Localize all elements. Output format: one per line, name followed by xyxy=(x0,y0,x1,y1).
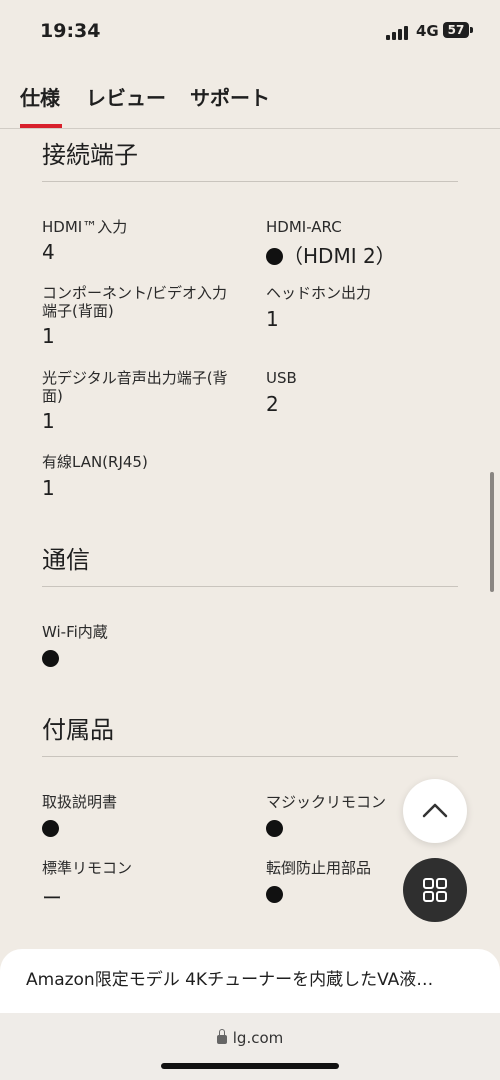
battery-icon: 57 xyxy=(443,22,469,38)
tab-spec[interactable]: 仕様 xyxy=(20,82,60,111)
section-title-accessories: 付属品 xyxy=(42,716,114,744)
spec-value-std-remote: ー xyxy=(42,886,62,910)
menu-button[interactable] xyxy=(403,858,467,922)
status-bar: 19:34 4G 57 xyxy=(0,0,500,64)
network-type: 4G xyxy=(416,22,439,40)
battery-tip xyxy=(470,27,473,33)
spec-label-usb: USB xyxy=(266,369,297,387)
signal-icon xyxy=(386,26,410,40)
section-divider xyxy=(42,181,458,182)
spec-value-component: 1 xyxy=(42,324,55,348)
section-title-comm: 通信 xyxy=(42,546,90,574)
url-text: lg.com xyxy=(232,1029,284,1047)
spec-value-headphone: 1 xyxy=(266,307,279,331)
spec-value-optical: 1 xyxy=(42,409,55,433)
spec-label-optical-line1: 光デジタル音声出力端子(背 xyxy=(42,369,228,387)
home-indicator[interactable] xyxy=(161,1063,339,1069)
status-time: 19:34 xyxy=(40,20,101,42)
spec-value-magic-remote xyxy=(266,820,283,837)
spec-value-manual xyxy=(42,820,59,837)
spec-value-lan: 1 xyxy=(42,476,55,500)
spec-label-magic-remote: マジックリモコン xyxy=(266,793,387,811)
spec-value-hdmi: 4 xyxy=(42,240,55,264)
spec-label-hdmi: HDMI™入力 xyxy=(42,218,128,236)
tab-bar: 仕様 レビュー サポート xyxy=(0,64,500,129)
spec-label-component-line2: 端子(背面) xyxy=(42,302,114,320)
spec-label-anti-tip: 転倒防止用部品 xyxy=(266,859,372,877)
spec-label-lan: 有線LAN(RJ45) xyxy=(42,453,148,471)
spec-value-hdmi-arc: （HDMI 2） xyxy=(266,240,396,269)
product-title: Amazon限定モデル 4Kチューナーを内蔵したVA液… xyxy=(26,970,434,990)
page-scrollbar[interactable] xyxy=(490,472,494,592)
spec-label-component: コンポーネント/ビデオ入力 端子(背面) xyxy=(42,284,227,320)
grid-icon xyxy=(423,878,447,902)
section-title-ports: 接続端子 xyxy=(42,141,138,169)
section-divider xyxy=(42,586,458,587)
lock-icon xyxy=(216,1029,227,1044)
spec-value-usb: 2 xyxy=(266,392,279,416)
spec-label-std-remote: 標準リモコン xyxy=(42,859,133,877)
scroll-to-top-button[interactable] xyxy=(403,779,467,843)
spec-label-component-line1: コンポーネント/ビデオ入力 xyxy=(42,284,228,302)
section-divider xyxy=(42,756,458,757)
spec-value-hdmi-arc-text: （HDMI 2） xyxy=(283,244,396,268)
spec-label-optical: 光デジタル音声出力端子(背 面) xyxy=(42,369,228,405)
url-display[interactable]: lg.com xyxy=(0,1029,500,1047)
spec-value-wifi xyxy=(42,650,59,667)
product-title-bar[interactable]: Amazon限定モデル 4Kチューナーを内蔵したVA液… xyxy=(0,949,500,1013)
tab-review[interactable]: レビュー xyxy=(86,82,166,111)
spec-value-anti-tip xyxy=(266,886,283,903)
spec-label-wifi: Wi-Fi内蔵 xyxy=(42,623,108,641)
spec-label-manual: 取扱説明書 xyxy=(42,793,118,811)
active-tab-indicator xyxy=(20,124,62,128)
available-dot-icon xyxy=(266,248,283,265)
browser-url-bar: lg.com xyxy=(0,1013,500,1080)
spec-label-optical-line2: 面) xyxy=(42,387,63,405)
spec-label-hdmi-arc: HDMI-ARC xyxy=(266,218,342,236)
tab-support[interactable]: サポート xyxy=(190,82,270,111)
chevron-up-icon xyxy=(422,803,448,818)
spec-label-headphone: ヘッドホン出力 xyxy=(266,284,372,302)
